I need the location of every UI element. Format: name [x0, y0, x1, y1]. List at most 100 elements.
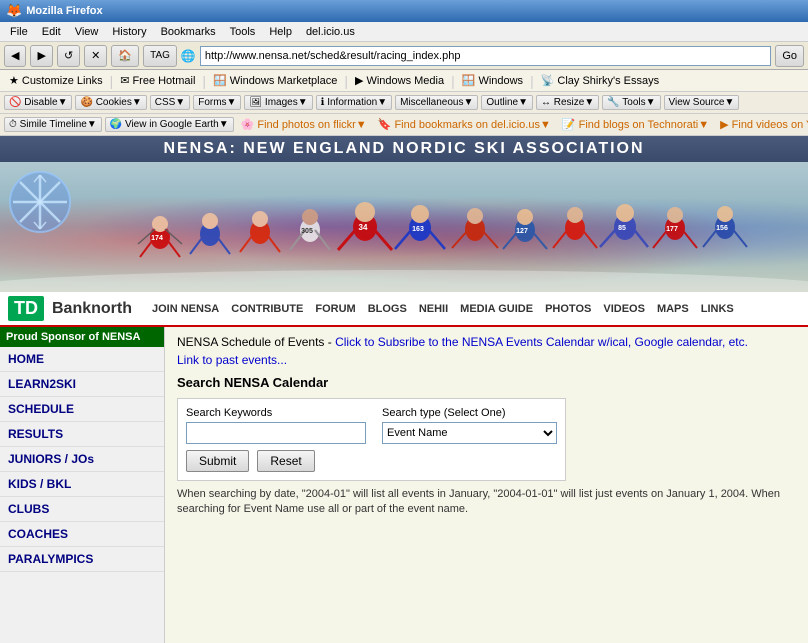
toolbar-delicious[interactable]: 🔖 Find bookmarks on del.icio.us▼ — [374, 117, 555, 132]
bookmark-marketplace[interactable]: 🪟 Windows Marketplace — [208, 73, 342, 88]
events-subscribe-link[interactable]: Click to Subsribe to the NENSA Events Ca… — [335, 335, 748, 349]
menu-view[interactable]: View — [69, 24, 105, 40]
toolbar-css[interactable]: CSS▼ — [150, 95, 190, 110]
menu-file[interactable]: File — [4, 24, 34, 40]
toolbar-resize[interactable]: ↔ Resize▼ — [536, 95, 599, 110]
search-heading: Search NENSA Calendar — [177, 375, 796, 390]
submit-button[interactable]: Submit — [186, 450, 249, 472]
nensa-title: NENSA: NEW ENGLAND NORDIC SKI ASSOCIATIO… — [163, 140, 644, 157]
search-type-select[interactable]: Event NameDateLocationClub — [382, 422, 557, 444]
toolbar-row-1: 🚫 Disable▼ 🍪 Cookies▼ CSS▼ Forms▼ 🖼 Imag… — [0, 92, 808, 114]
search-type-label: Search type (Select One) — [382, 407, 557, 419]
nav-nehii[interactable]: NEHII — [419, 303, 448, 315]
svg-text:127: 127 — [516, 228, 528, 235]
nav-videos[interactable]: VIDEOS — [603, 303, 645, 315]
bookmark-customize[interactable]: ★ Customize Links — [4, 73, 108, 88]
toolbar-tools[interactable]: 🔧 Tools▼ — [602, 95, 660, 110]
reset-button[interactable]: Reset — [257, 450, 314, 472]
search-form: Search Keywords Search type (Select One)… — [177, 398, 566, 481]
skiers-illustration: 174 305 34 163 127 85 177 156 — [0, 162, 808, 292]
toolbar-outline[interactable]: Outline▼ — [481, 95, 533, 110]
rss-icon: 📡 — [541, 74, 555, 87]
nav-blogs[interactable]: BLOGS — [368, 303, 407, 315]
svg-text:34: 34 — [359, 223, 368, 232]
menu-bar: File Edit View History Bookmarks Tools H… — [0, 22, 808, 42]
sidebar-menu: HOME LEARN2SKI SCHEDULE RESULTS JUNIORS … — [0, 347, 164, 572]
toolbar-flickr[interactable]: 🌸 Find photos on flickr▼ — [237, 117, 371, 132]
nav-links[interactable]: LINKS — [701, 303, 734, 315]
toolbar-misc[interactable]: Miscellaneous▼ — [395, 95, 478, 110]
sidebar-item-learn2ski[interactable]: LEARN2SKI — [0, 372, 164, 397]
sidebar-item-clubs[interactable]: CLUBS — [0, 497, 164, 522]
nav-maps[interactable]: MAPS — [657, 303, 689, 315]
toolbar-disable[interactable]: 🚫 Disable▼ — [4, 95, 72, 110]
nav-photos[interactable]: PHOTOS — [545, 303, 591, 315]
back-button[interactable]: ◀ — [4, 45, 26, 67]
sidebar-item-schedule[interactable]: SCHEDULE — [0, 397, 164, 422]
globe-icon: 🌐 — [181, 49, 196, 63]
search-type-field: Search type (Select One) Event NameDateL… — [382, 407, 557, 444]
go-button[interactable]: Go — [775, 45, 804, 67]
toolbar-viewsource[interactable]: View Source▼ — [664, 95, 740, 110]
forward-button[interactable]: ▶ — [30, 45, 52, 67]
bank-name: Banknorth — [52, 300, 132, 318]
toolbar-cookies[interactable]: 🍪 Cookies▼ — [75, 95, 146, 110]
toolbar-googleearth[interactable]: 🌍 View in Google Earth▼ — [105, 117, 234, 132]
star-icon: ★ — [9, 74, 19, 87]
address-bar: ◀ ▶ ↺ ✕ 🏠 TAG 🌐 Go — [0, 42, 808, 70]
svg-text:177: 177 — [666, 226, 678, 233]
submit-row: Submit Reset — [186, 450, 557, 472]
refresh-button[interactable]: ↺ — [57, 45, 80, 67]
toolbar-information[interactable]: ℹ Information▼ — [316, 95, 393, 110]
hero-image: 174 305 34 163 127 85 177 156 — [0, 162, 808, 292]
bookmarks-bar: ★ Customize Links | ✉ Free Hotmail | 🪟 W… — [0, 70, 808, 92]
nav-mediaguide[interactable]: MEDIA GUIDE — [460, 303, 533, 315]
main-content: Proud Sponsor of NENSA HOME LEARN2SKI SC… — [0, 327, 808, 643]
svg-text:305: 305 — [301, 228, 313, 235]
separator2: | — [202, 73, 206, 89]
nensa-header: NENSA: NEW ENGLAND NORDIC SKI ASSOCIATIO… — [0, 136, 808, 162]
bookmark-media[interactable]: ▶ Windows Media — [350, 73, 449, 88]
td-logo: TD — [8, 296, 44, 321]
bookmark-windows[interactable]: 🪟 Windows — [457, 73, 528, 88]
snowflake-logo — [8, 170, 73, 235]
menu-delicious[interactable]: del.icio.us — [300, 24, 361, 40]
separator5: | — [530, 73, 534, 89]
nav-contribute[interactable]: CONTRIBUTE — [231, 303, 303, 315]
title-bar: 🦊 Mozilla Firefox — [0, 0, 808, 22]
separator4: | — [451, 73, 455, 89]
home-button[interactable]: 🏠 — [111, 45, 139, 67]
keywords-input[interactable] — [186, 422, 366, 444]
menu-tools[interactable]: Tools — [224, 24, 262, 40]
toolbar-technorati[interactable]: 📝 Find blogs on Technorati▼ — [558, 117, 713, 132]
toolbar-row-2: ⏱ Simile Timeline▼ 🌍 View in Google Eart… — [0, 114, 808, 136]
nav-join[interactable]: JOIN NENSA — [152, 303, 219, 315]
sidebar-item-home[interactable]: HOME — [0, 347, 164, 372]
toolbar-simile[interactable]: ⏱ Simile Timeline▼ — [4, 117, 102, 132]
past-events-link[interactable]: Link to past events... — [177, 353, 796, 367]
toolbar-youtube[interactable]: ▶ Find videos on YouTube▼ — [716, 117, 808, 132]
sidebar-item-juniors[interactable]: JUNIORS / JOs — [0, 447, 164, 472]
menu-edit[interactable]: Edit — [36, 24, 67, 40]
sidebar-item-kids[interactable]: KIDS / BKL — [0, 472, 164, 497]
address-input[interactable] — [200, 46, 771, 66]
sidebar-item-paralympics[interactable]: PARALYMPICS — [0, 547, 164, 572]
stop-button[interactable]: ✕ — [84, 45, 107, 67]
events-title: NENSA Schedule of Events - Click to Subs… — [177, 335, 796, 349]
toolbar-images[interactable]: 🖼 Images▼ — [244, 95, 312, 110]
content-area: NENSA Schedule of Events - Click to Subs… — [165, 327, 808, 643]
menu-history[interactable]: History — [106, 24, 152, 40]
sidebar-item-results[interactable]: RESULTS — [0, 422, 164, 447]
nav-forum[interactable]: FORUM — [315, 303, 355, 315]
win-icon: 🪟 — [462, 74, 476, 87]
separator3: | — [344, 73, 348, 89]
menu-bookmarks[interactable]: Bookmarks — [155, 24, 222, 40]
windows-icon: 🪟 — [213, 74, 227, 87]
tag-button[interactable]: TAG — [143, 45, 177, 67]
sidebar-item-coaches[interactable]: COACHES — [0, 522, 164, 547]
bookmark-hotmail[interactable]: ✉ Free Hotmail — [115, 73, 200, 88]
menu-help[interactable]: Help — [263, 24, 298, 40]
toolbar-forms[interactable]: Forms▼ — [193, 95, 241, 110]
search-section: Search NENSA Calendar Search Keywords Se… — [177, 375, 796, 518]
bookmark-shirky[interactable]: 📡 Clay Shirky's Essays — [536, 73, 664, 88]
